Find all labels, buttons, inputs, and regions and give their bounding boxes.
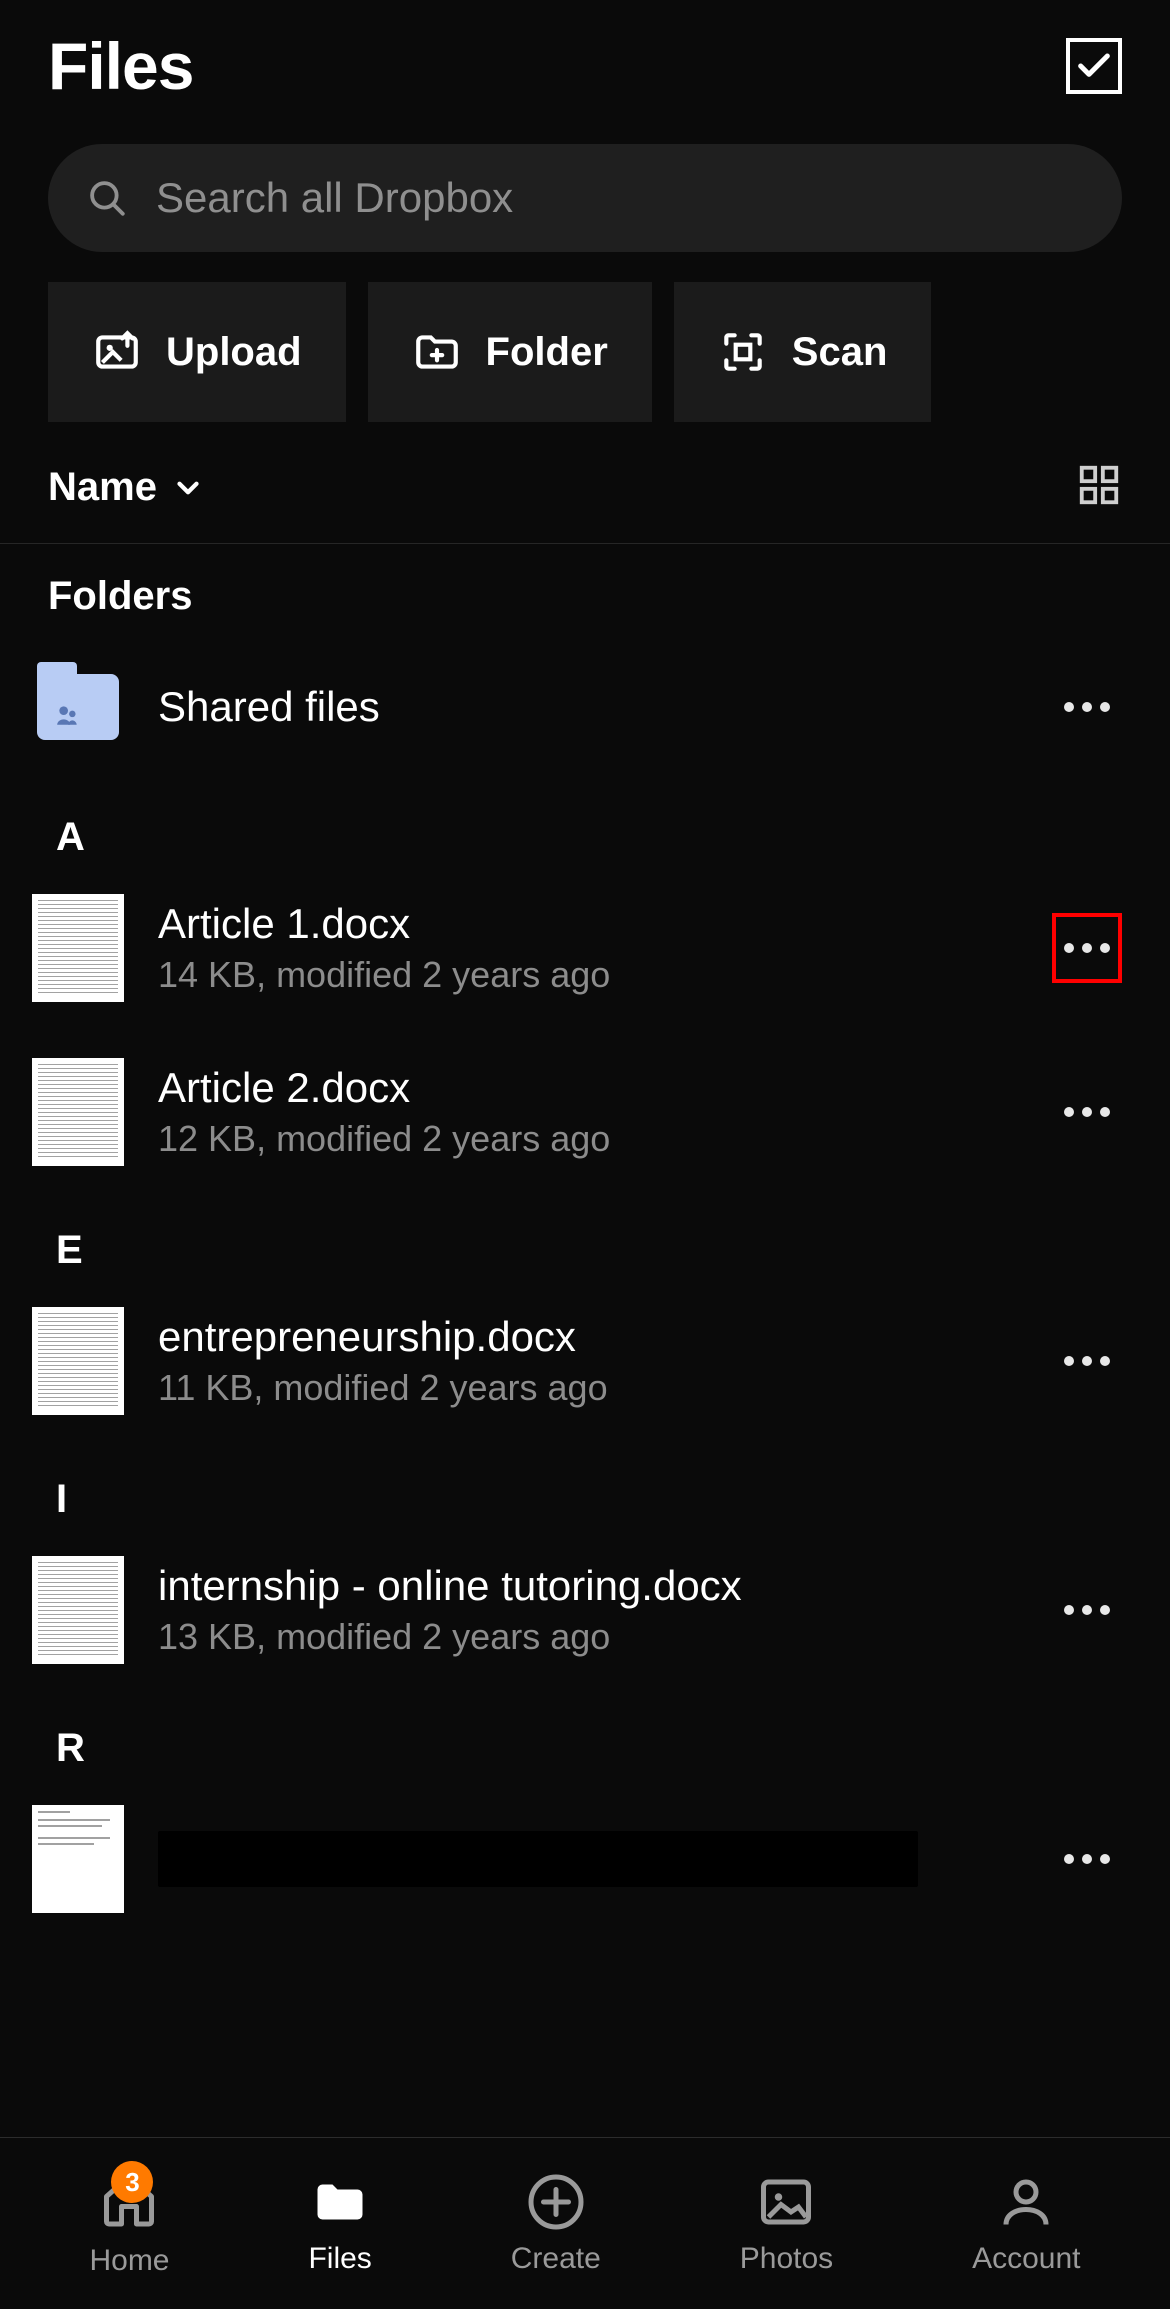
redacted-file-name [158,1831,918,1887]
file-more-button[interactable] [1052,1824,1122,1894]
chevron-down-icon [171,471,205,505]
file-name: internship - online tutoring.docx [158,1562,1018,1610]
folder-icon [310,2172,370,2232]
file-row-main [158,1831,1018,1887]
tab-account-label: Account [972,2242,1080,2276]
file-more-button[interactable] [1052,913,1122,983]
folder-icon [32,661,124,753]
document-thumbnail [32,1307,124,1415]
person-icon [996,2172,1056,2232]
photo-icon [756,2172,816,2232]
search-icon [86,177,128,219]
tab-photos-label: Photos [740,2242,833,2276]
tab-home[interactable]: 3 Home [89,2169,169,2278]
file-row[interactable]: Article 1.docx 14 KB, modified 2 years ag… [0,866,1170,1030]
file-row[interactable]: internship - online tutoring.docx 13 KB, … [0,1528,1170,1692]
more-icon [1064,1854,1110,1864]
file-row[interactable]: entrepreneurship.docx 11 KB, modified 2 y… [0,1279,1170,1443]
tab-create-label: Create [511,2242,601,2276]
document-thumbnail [32,1556,124,1664]
file-row-main: Article 2.docx 12 KB, modified 2 years ag… [158,1064,1018,1160]
alpha-header: R [0,1692,1170,1777]
folder-row-main: Shared files [158,683,1018,731]
upload-button[interactable]: Upload [48,282,346,422]
grid-icon [1076,462,1122,508]
plus-circle-icon [526,2172,586,2232]
upload-label: Upload [166,330,302,375]
file-meta: 13 KB, modified 2 years ago [158,1616,1018,1658]
more-icon [1064,1356,1110,1366]
file-more-button[interactable] [1052,1077,1122,1147]
scan-label: Scan [792,330,888,375]
file-more-button[interactable] [1052,1575,1122,1645]
file-meta: 14 KB, modified 2 years ago [158,954,1018,996]
alpha-header: I [0,1443,1170,1528]
sort-label: Name [48,465,157,510]
sort-toggle[interactable]: Name [48,465,205,510]
new-folder-button[interactable]: Folder [368,282,652,422]
action-bar: Upload Folder Scan [0,282,1170,462]
file-more-button[interactable] [1052,1326,1122,1396]
tab-bar: 3 Home Files Create Photos Account [0,2137,1170,2309]
file-row[interactable] [0,1777,1170,1941]
folder-plus-icon [412,327,462,377]
folder-name: Shared files [158,683,1018,731]
checkmark-icon [1074,46,1114,86]
file-name: entrepreneurship.docx [158,1313,1018,1361]
document-thumbnail [32,1805,124,1913]
tab-account[interactable]: Account [972,2172,1080,2276]
file-name: Article 2.docx [158,1064,1018,1112]
document-thumbnail [32,1058,124,1166]
select-mode-button[interactable] [1066,38,1122,94]
file-meta: 11 KB, modified 2 years ago [158,1367,1018,1409]
header: Files [0,0,1170,124]
file-row-main: internship - online tutoring.docx 13 KB, … [158,1562,1018,1658]
more-icon [1064,1107,1110,1117]
tab-home-label: Home [89,2244,169,2278]
folder-label: Folder [486,330,608,375]
tab-photos[interactable]: Photos [740,2172,833,2276]
more-icon [1064,943,1110,953]
search-bar[interactable] [48,144,1122,252]
alpha-header: A [0,781,1170,866]
folders-header: Folders [0,544,1170,633]
search-input[interactable] [156,174,1084,222]
more-icon [1064,702,1110,712]
sort-row: Name [0,462,1170,543]
folder-more-button[interactable] [1052,672,1122,742]
view-grid-button[interactable] [1076,462,1122,513]
scan-button[interactable]: Scan [674,282,932,422]
file-row-main: entrepreneurship.docx 11 KB, modified 2 y… [158,1313,1018,1409]
tab-files-label: Files [308,2242,371,2276]
file-row[interactable]: Article 2.docx 12 KB, modified 2 years ag… [0,1030,1170,1194]
page-title: Files [48,28,193,104]
more-icon [1064,1605,1110,1615]
folder-row[interactable]: Shared files [0,633,1170,781]
document-thumbnail [32,894,124,1002]
tab-files[interactable]: Files [308,2172,371,2276]
file-name: Article 1.docx [158,900,1018,948]
upload-icon [92,327,142,377]
alpha-header: E [0,1194,1170,1279]
people-icon [51,702,85,728]
scan-icon [718,327,768,377]
file-meta: 12 KB, modified 2 years ago [158,1118,1018,1160]
file-row-main: Article 1.docx 14 KB, modified 2 years ag… [158,900,1018,996]
tab-create[interactable]: Create [511,2172,601,2276]
